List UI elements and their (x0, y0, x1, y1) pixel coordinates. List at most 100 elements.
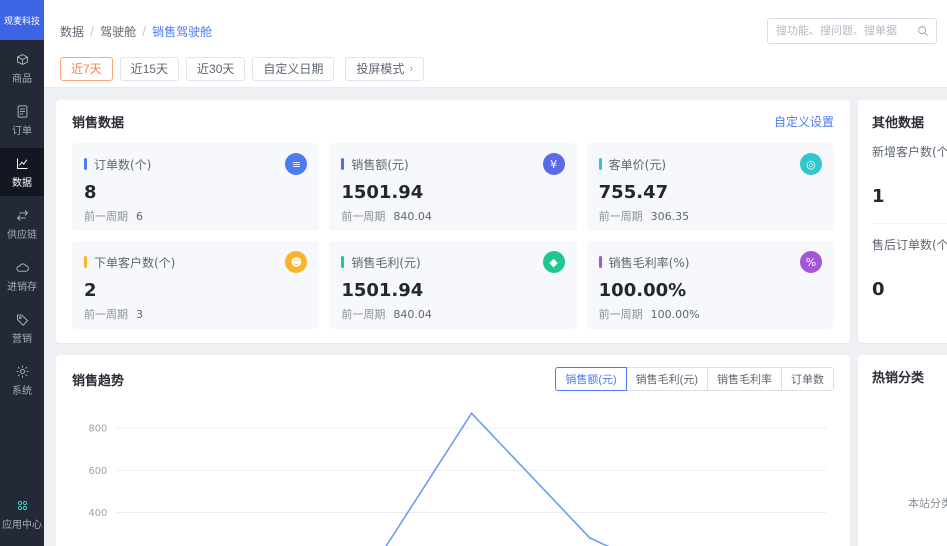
metric-label: 销售毛利率(%) (608, 255, 690, 270)
sidebar-item-app-center[interactable]: 应用中心 (0, 490, 44, 538)
metric-tile-ordering-customers: 下单客户数(个) ☻ 2 前一周期 3 (72, 241, 320, 329)
metric-value: 755.47 (598, 182, 669, 203)
content: 销售数据 自定义设置 订单数(个) ≡ 8 前一周期 6 销售额(元) ¥ 15… (44, 88, 947, 546)
breadcrumb-separator: / (142, 24, 147, 38)
range-tab-30d[interactable]: 近30天 (186, 56, 246, 81)
prev-period-label: 前一周期 (84, 308, 128, 321)
metric-value: 2 (84, 280, 97, 301)
goods-box-icon (16, 53, 28, 66)
hot-category-note: 本站分类排行 (908, 497, 947, 510)
svg-text:800: 800 (89, 424, 108, 435)
other-data-title: 其他数据 (872, 116, 925, 131)
breadcrumb-item[interactable]: 驾驶舱 (100, 23, 136, 40)
sales-data-title: 销售数据 (72, 116, 125, 131)
profit-icon: ◆ (542, 251, 565, 273)
range-tab-7d[interactable]: 近7天 (60, 56, 113, 81)
prev-period-value: 6 (136, 210, 143, 223)
accent-bar (598, 256, 602, 268)
sidebar: 观麦科技 商品 订单 数据 供应链 进销存 营销 系统 应用中心 (0, 0, 44, 546)
accent-bar (341, 256, 345, 268)
chevron-right-icon: › (409, 62, 414, 75)
price-icon: ◎ (799, 153, 822, 175)
app-window: 观麦科技 商品 订单 数据 供应链 进销存 营销 系统 应用中心 数据 / 驾驶… (0, 0, 947, 546)
svg-text:400: 400 (89, 508, 108, 519)
svg-text:600: 600 (89, 466, 108, 477)
filter-bar: 近7天 近15天 近30天 自定义日期 投屏模式 › (44, 50, 947, 88)
metric-label: 销售毛利(元) (351, 255, 421, 270)
sidebar-item-inventory[interactable]: 进销存 (0, 252, 44, 300)
search-input[interactable] (767, 18, 937, 44)
accent-bar (341, 158, 345, 170)
prev-period-value: 306.35 (650, 210, 690, 223)
other-data-item-aftersale-orders: 售后订单数(个) 0 (872, 223, 947, 316)
metric-tile-gross-margin: 销售毛利率(%) % 100.00% 前一周期 100.00% (586, 241, 834, 329)
metric-tile-avg-order-value: 客单价(元) ◎ 755.47 前一周期 306.35 (586, 143, 834, 231)
metric-label: 订单数(个) (94, 157, 152, 172)
sales-trend-title: 销售趋势 (72, 373, 125, 389)
other-data-label: 售后订单数(个) (872, 238, 947, 252)
breadcrumb-item[interactable]: 数据 (60, 23, 84, 40)
accent-bar (84, 158, 87, 170)
line-chart-icon (16, 158, 27, 169)
percent-icon: % (799, 251, 822, 273)
exchange-arrows-icon (16, 210, 28, 221)
yuan-icon: ¥ (542, 153, 565, 175)
sidebar-item-marketing[interactable]: 营销 (0, 304, 44, 352)
range-tab-15d[interactable]: 近15天 (119, 56, 180, 81)
trend-line-chart: 200400600800 (72, 407, 834, 546)
range-tab-custom[interactable]: 自定义日期 (252, 56, 335, 81)
order-document-icon (17, 105, 27, 118)
search-icon[interactable] (916, 24, 930, 38)
metric-value: 8 (84, 182, 97, 203)
metric-value: 1501.94 (341, 280, 424, 301)
tag-icon (16, 314, 28, 326)
prev-period-label: 前一周期 (598, 210, 643, 223)
sidebar-item-label: 进销存 (7, 282, 37, 293)
prev-period-value: 840.04 (393, 210, 432, 223)
sidebar-item-orders[interactable]: 订单 (0, 96, 44, 144)
trend-btn-sales-amount[interactable]: 销售额(元) (555, 367, 627, 391)
accent-bar (84, 256, 87, 268)
other-data-label: 新增客户数(个) (872, 145, 947, 159)
sidebar-item-label: 应用中心 (2, 520, 42, 531)
metric-value: 1501.94 (341, 182, 424, 203)
prev-period-value: 840.04 (393, 308, 432, 321)
sidebar-item-data[interactable]: 数据 (0, 148, 44, 196)
hot-category-title: 热销分类 (872, 371, 925, 386)
metric-tile-sales-amount: 销售额(元) ¥ 1501.94 前一周期 840.04 (329, 143, 577, 231)
sidebar-item-label: 营销 (12, 334, 32, 345)
main-area: 数据 / 驾驶舱 / 销售驾驶舱 近7天 近15天 近30天 自定义日期 投屏模… (44, 0, 947, 546)
trend-btn-gross-profit[interactable]: 销售毛利(元) (625, 367, 708, 391)
sidebar-item-supply-chain[interactable]: 供应链 (0, 200, 44, 248)
prev-period-label: 前一周期 (341, 308, 386, 321)
sidebar-item-label: 系统 (12, 386, 32, 397)
line-chart-svg: 200400600800 (89, 412, 827, 546)
row-overview: 销售数据 自定义设置 订单数(个) ≡ 8 前一周期 6 销售额(元) ¥ 15… (56, 100, 947, 343)
screen-cast-button[interactable]: 投屏模式 › (345, 56, 425, 81)
metric-label: 客单价(元) (608, 157, 667, 172)
other-data-value: 1 (872, 186, 885, 207)
app-grid-dots-icon (17, 500, 27, 511)
sales-data-card: 销售数据 自定义设置 订单数(个) ≡ 8 前一周期 6 销售额(元) ¥ 15… (56, 100, 850, 343)
metric-tile-orders: 订单数(个) ≡ 8 前一周期 6 (72, 143, 320, 231)
trend-btn-order-count[interactable]: 订单数 (781, 367, 834, 391)
other-data-card: 其他数据 新增客户数(个) 1 售后订单数(个) 0 (858, 100, 947, 343)
prev-period-value: 3 (136, 308, 143, 321)
breadcrumb-separator: / (90, 24, 95, 38)
breadcrumb: 数据 / 驾驶舱 / 销售驾驶舱 (60, 23, 212, 40)
topbar: 数据 / 驾驶舱 / 销售驾驶舱 (44, 0, 947, 50)
gear-icon (16, 365, 28, 378)
global-search (767, 18, 937, 44)
row-trend: 销售趋势 销售额(元) 销售毛利(元) 销售毛利率 订单数 2004006008… (56, 355, 947, 546)
custom-settings-link[interactable]: 自定义设置 (774, 113, 834, 130)
trend-btn-gross-margin[interactable]: 销售毛利率 (707, 367, 782, 391)
sidebar-item-goods[interactable]: 商品 (0, 44, 44, 92)
cloud-icon (15, 263, 29, 272)
metric-grid: 订单数(个) ≡ 8 前一周期 6 销售额(元) ¥ 1501.94 前一周期 … (72, 143, 834, 329)
sidebar-item-system[interactable]: 系统 (0, 356, 44, 404)
screen-cast-label: 投屏模式 (356, 62, 405, 76)
sales-trend-card: 销售趋势 销售额(元) 销售毛利(元) 销售毛利率 订单数 2004006008… (56, 355, 850, 546)
hot-category-card: 热销分类 本站分类排行 (858, 355, 947, 546)
metric-label: 销售额(元) (351, 157, 409, 172)
metric-label: 下单客户数(个) (94, 255, 176, 270)
